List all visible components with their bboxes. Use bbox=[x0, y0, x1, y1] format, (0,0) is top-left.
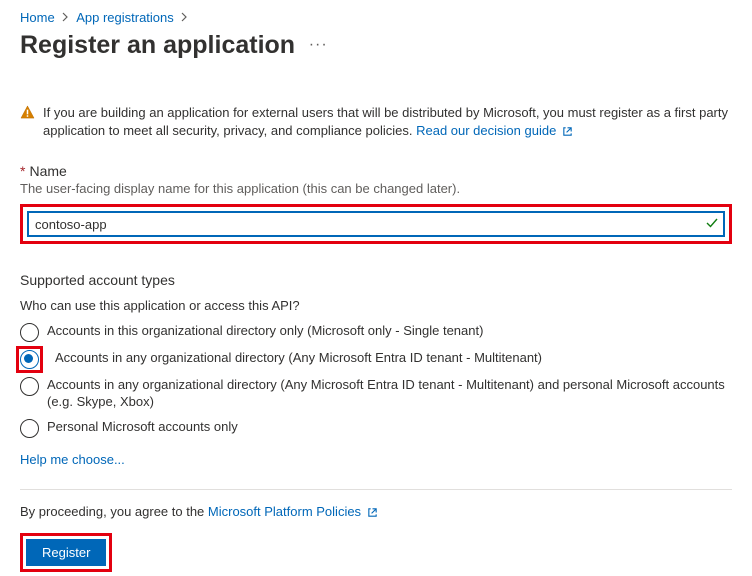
chevron-right-icon bbox=[62, 10, 69, 25]
radio-multitenant-label: Accounts in any organizational directory… bbox=[55, 350, 542, 367]
radio-single-tenant-label: Accounts in this organizational director… bbox=[47, 323, 483, 340]
divider bbox=[20, 489, 732, 490]
breadcrumb-home[interactable]: Home bbox=[20, 10, 55, 25]
name-label: *Name bbox=[20, 163, 732, 179]
account-types-question: Who can use this application or access t… bbox=[20, 298, 732, 313]
external-link-icon bbox=[367, 506, 378, 521]
radio-multitenant[interactable] bbox=[20, 350, 39, 369]
radio-single-tenant[interactable] bbox=[20, 323, 39, 342]
name-input[interactable] bbox=[27, 211, 725, 237]
required-indicator: * bbox=[20, 163, 25, 179]
page-title: Register an application bbox=[20, 31, 295, 60]
radio-personal-only[interactable] bbox=[20, 419, 39, 438]
account-types-heading: Supported account types bbox=[20, 272, 732, 288]
radio-multitenant-highlight bbox=[16, 346, 43, 373]
radio-multitenant-personal[interactable] bbox=[20, 377, 39, 396]
radio-personal-only-label: Personal Microsoft accounts only bbox=[47, 419, 238, 436]
platform-policies-link[interactable]: Microsoft Platform Policies bbox=[208, 504, 378, 519]
radio-multitenant-personal-label: Accounts in any organizational directory… bbox=[47, 377, 732, 411]
name-help-text: The user-facing display name for this ap… bbox=[20, 181, 732, 196]
warning-icon bbox=[20, 105, 35, 119]
info-banner: If you are building an application for e… bbox=[20, 104, 732, 141]
register-button-highlight: Register bbox=[20, 533, 112, 572]
decision-guide-link[interactable]: Read our decision guide bbox=[416, 123, 573, 138]
more-icon[interactable]: ··· bbox=[309, 36, 328, 54]
name-input-highlight bbox=[20, 204, 732, 244]
breadcrumb-app-registrations[interactable]: App registrations bbox=[76, 10, 174, 25]
check-icon bbox=[705, 216, 719, 230]
help-me-choose-link[interactable]: Help me choose... bbox=[20, 452, 125, 467]
breadcrumb: Home App registrations bbox=[20, 10, 732, 25]
external-link-icon bbox=[562, 124, 573, 142]
policy-text: By proceeding, you agree to the Microsof… bbox=[20, 504, 732, 521]
chevron-right-icon bbox=[181, 10, 188, 25]
register-button[interactable]: Register bbox=[26, 539, 106, 566]
info-text: If you are building an application for e… bbox=[43, 105, 728, 138]
